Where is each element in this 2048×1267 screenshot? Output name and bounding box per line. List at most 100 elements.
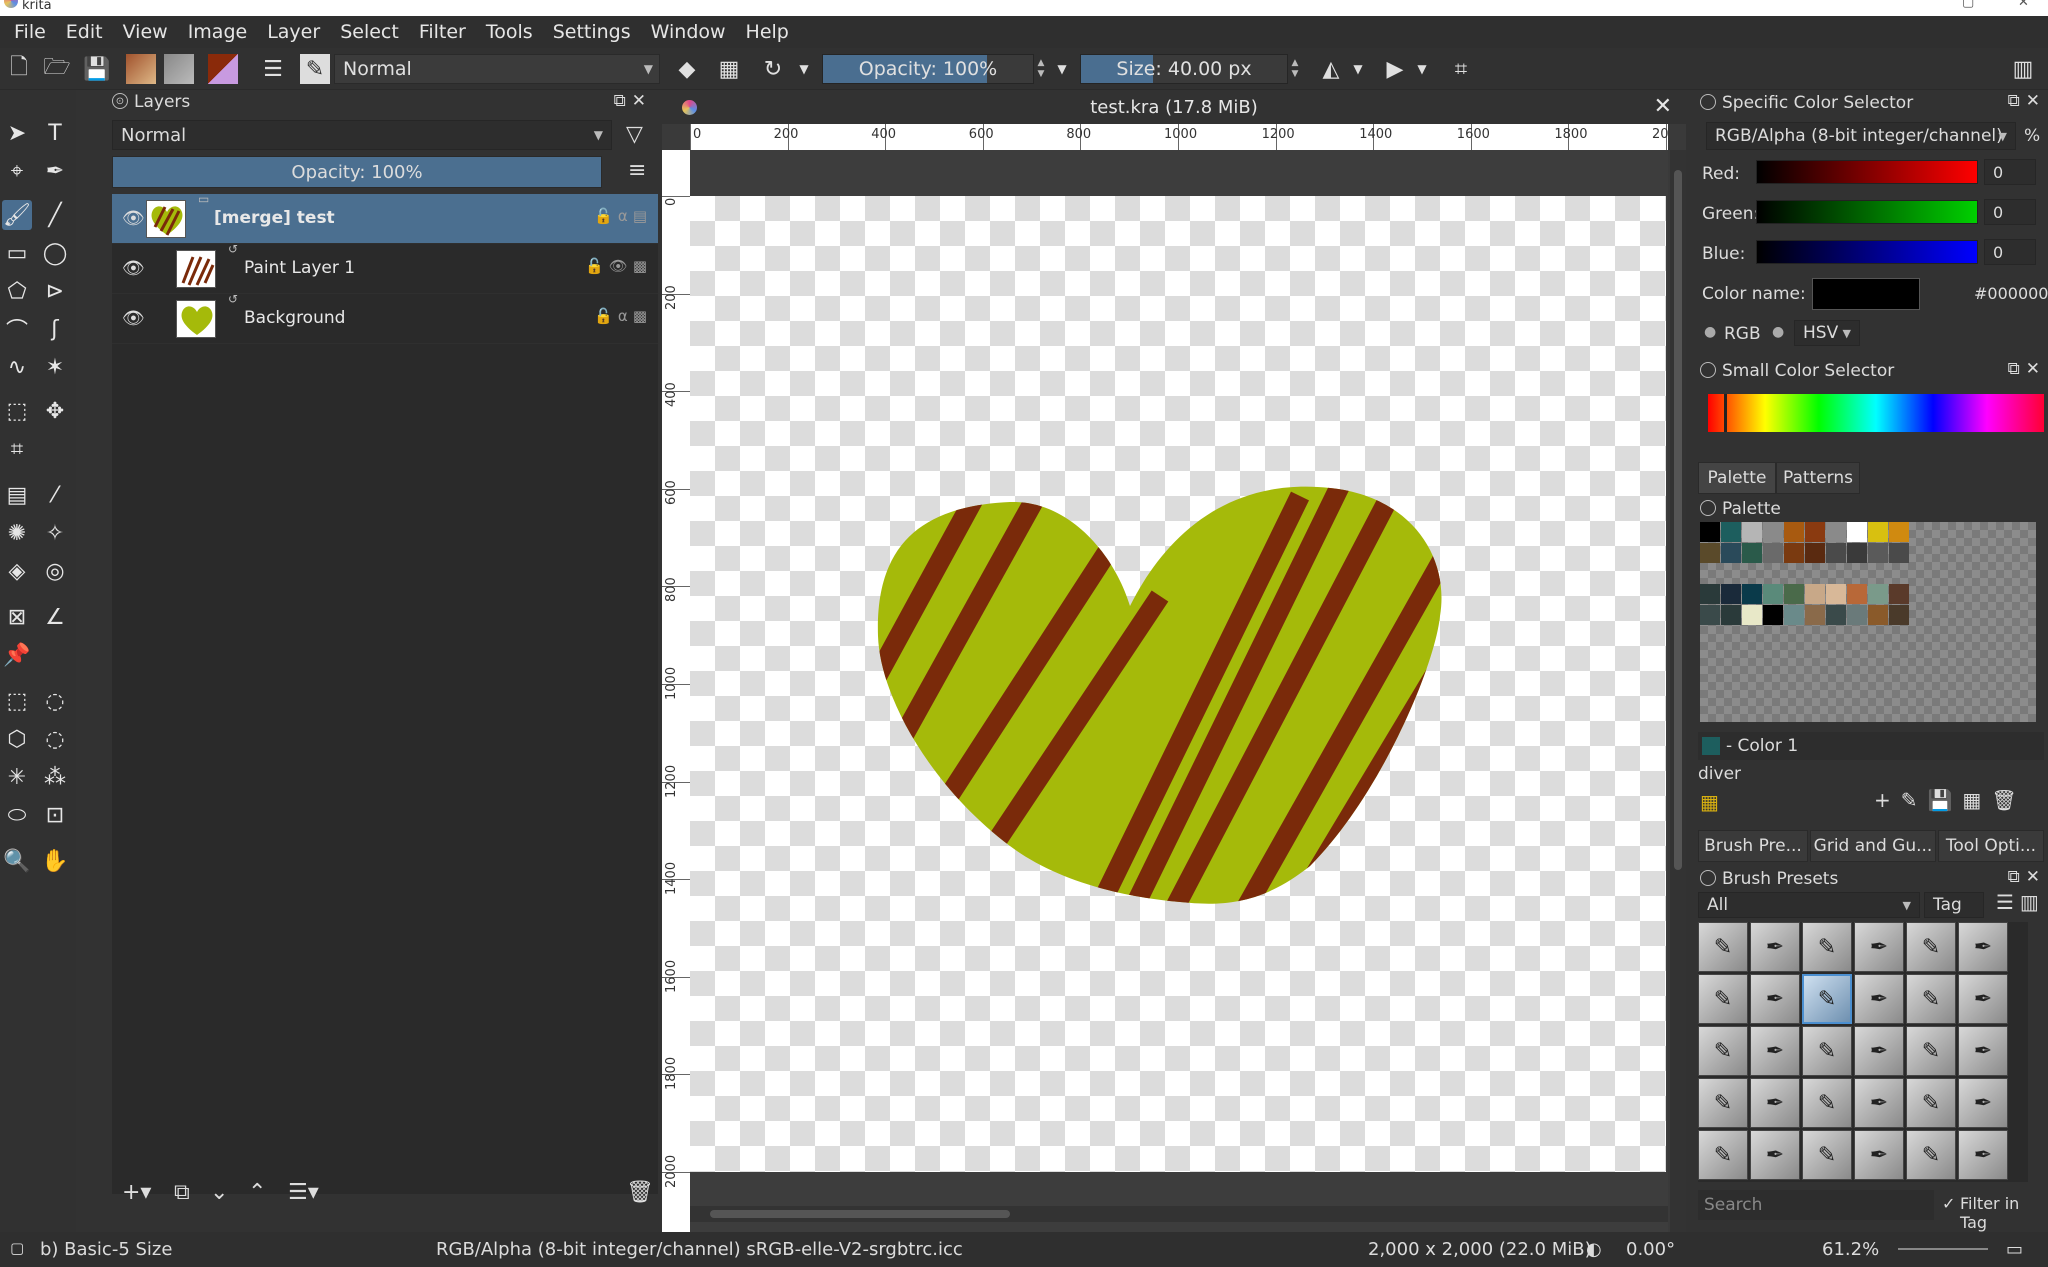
- palette-swatch[interactable]: [1805, 522, 1825, 542]
- zoom-tool-icon[interactable]: 🔍: [2, 846, 32, 876]
- similar-color-selection-tool-icon[interactable]: ⁂: [40, 762, 70, 792]
- freehand-brush-tool-icon[interactable]: 🖌: [2, 200, 32, 230]
- pan-tool-icon[interactable]: ✋: [40, 846, 70, 876]
- red-channel-value[interactable]: 0: [1984, 159, 2036, 185]
- brush-preset-icon[interactable]: ✎: [1802, 1130, 1852, 1180]
- palette-swatch[interactable]: [1805, 543, 1825, 563]
- palette-swatch[interactable]: [1784, 584, 1804, 604]
- green-channel-value[interactable]: 0: [1984, 199, 2036, 225]
- brush-preset-icon[interactable]: ✎: [1802, 1026, 1852, 1076]
- filter-in-tag-checkbox[interactable]: ✓: [1942, 1194, 1955, 1213]
- brush-preset-icon[interactable]: ✒: [1854, 974, 1904, 1024]
- brush-preset-icon[interactable]: ✎: [300, 54, 330, 84]
- brush-preset-icon[interactable]: ✎: [1802, 1078, 1852, 1128]
- pattern-swatch-icon[interactable]: [164, 54, 194, 84]
- palette-swatch[interactable]: [1700, 543, 1720, 563]
- vertical-scrollbar-thumb[interactable]: [1674, 170, 1682, 870]
- palette-swatch[interactable]: [1721, 584, 1741, 604]
- opacity-slider[interactable]: Opacity: 100%: [822, 54, 1034, 84]
- menu-tools[interactable]: Tools: [476, 21, 543, 43]
- layer-properties-icons[interactable]: 🔓α▩: [594, 307, 652, 325]
- edit-shapes-tool-icon[interactable]: ⌖: [2, 156, 32, 186]
- hue-marker[interactable]: [1724, 394, 1727, 432]
- brush-preset-icon[interactable]: ✒: [1854, 1078, 1904, 1128]
- text-tool-icon[interactable]: T: [40, 118, 70, 148]
- artboard[interactable]: [690, 196, 1666, 1172]
- palette-swatch[interactable]: [1763, 584, 1783, 604]
- palette-swatch[interactable]: [1847, 543, 1867, 563]
- close-document-icon[interactable]: ✕: [1654, 94, 1672, 119]
- palette-swatch[interactable]: [1721, 605, 1741, 625]
- menu-help[interactable]: Help: [736, 21, 799, 43]
- brush-preset-icon[interactable]: ✎: [1906, 1026, 1956, 1076]
- line-tool-icon[interactable]: ╱: [40, 200, 70, 230]
- brush-preset-icon[interactable]: ✎: [1906, 974, 1956, 1024]
- zoom-value[interactable]: 61.2%: [1822, 1239, 1879, 1260]
- transform-tool-icon[interactable]: ⬚: [2, 396, 32, 426]
- bezier-selection-tool-icon[interactable]: ⬭: [2, 800, 32, 830]
- palette-actions-icons[interactable]: +✎💾▦🗑: [1874, 788, 2027, 812]
- red-channel-slider[interactable]: [1756, 160, 1978, 184]
- palette-swatch[interactable]: [1826, 605, 1846, 625]
- palette-swatch[interactable]: [1868, 522, 1888, 542]
- palette-swatch[interactable]: [1805, 605, 1825, 625]
- brush-preset-icon[interactable]: ✒: [1854, 1026, 1904, 1076]
- zoom-slider[interactable]: [1898, 1248, 1988, 1250]
- ellipse-tool-icon[interactable]: ◯: [40, 238, 70, 268]
- horizontal-scrollbar[interactable]: [690, 1206, 1668, 1222]
- palette-swatch[interactable]: [1889, 605, 1909, 625]
- palette-swatch[interactable]: [1826, 584, 1846, 604]
- palette-swatch[interactable]: [1889, 543, 1909, 563]
- palette-grid[interactable]: [1700, 522, 2036, 722]
- color-picker-tool-icon[interactable]: ⁄: [40, 480, 70, 510]
- blue-channel-value[interactable]: 0: [1984, 239, 2036, 265]
- chevron-down-icon[interactable]: ▼: [796, 54, 812, 84]
- brush-view-options-icons[interactable]: ☰▥: [1996, 890, 2045, 914]
- current-brush-label[interactable]: b) Basic-5 Size: [40, 1239, 172, 1260]
- vertical-scrollbar[interactable]: [1670, 150, 1686, 1267]
- brush-search-input[interactable]: Search: [1698, 1190, 1934, 1220]
- lock-icon[interactable]: ⊙: [112, 93, 128, 109]
- brush-preset-icon[interactable]: ✒: [1750, 1026, 1800, 1076]
- brush-preset-icon[interactable]: ✒: [1750, 922, 1800, 972]
- smart-patch-tool-icon[interactable]: ✧: [40, 518, 70, 548]
- document-tab[interactable]: test.kra (17.8 MiB) ✕: [662, 90, 1686, 124]
- brush-preset-icon[interactable]: ✎: [1698, 1026, 1748, 1076]
- chevron-down-icon[interactable]: ▼: [1054, 54, 1070, 84]
- preserve-alpha-icon[interactable]: ▦: [714, 54, 744, 84]
- calligraphy-tool-icon[interactable]: ✒: [40, 156, 70, 186]
- visibility-eye-icon[interactable]: 👁: [122, 258, 145, 279]
- brush-preset-icon[interactable]: ✒: [1958, 922, 2008, 972]
- palette-swatch[interactable]: [1742, 522, 1762, 542]
- palette-swatch[interactable]: [1700, 584, 1720, 604]
- move-layer-down-icon[interactable]: ⌄: [210, 1180, 228, 1205]
- rotation-icon[interactable]: ◐: [1586, 1239, 1602, 1260]
- palette-swatch[interactable]: [1784, 522, 1804, 542]
- add-layer-icon[interactable]: +▾: [122, 1180, 151, 1205]
- multibrush-tool-icon[interactable]: ✶: [40, 352, 70, 382]
- hue-strip[interactable]: [1708, 394, 2044, 432]
- crop-tool-icon[interactable]: ⌗: [2, 434, 32, 464]
- brush-preset-icon[interactable]: ✒: [1958, 1078, 2008, 1128]
- palette-swatch[interactable]: [1742, 605, 1762, 625]
- fill-tool-icon[interactable]: ◈: [2, 556, 32, 586]
- lock-icon[interactable]: [1700, 870, 1716, 886]
- menu-view[interactable]: View: [113, 21, 178, 43]
- brush-preset-icon[interactable]: ✎: [1906, 1078, 1956, 1128]
- layer-row-merge-test[interactable]: 👁 ▭ [merge] test 🔓α▤: [112, 192, 658, 244]
- tab-grid-guides[interactable]: Grid and Gu...: [1810, 830, 1936, 862]
- brush-preset-icon[interactable]: ✒: [1958, 1026, 2008, 1076]
- visibility-eye-icon[interactable]: 👁: [122, 208, 145, 229]
- mirror-horizontal-icon[interactable]: ◭: [1316, 54, 1346, 84]
- open-document-icon[interactable]: 🗁: [42, 54, 72, 84]
- chevron-down-icon[interactable]: ▼: [1414, 54, 1430, 84]
- tag-combo[interactable]: Tag: [1924, 892, 1984, 918]
- polygon-tool-icon[interactable]: ⬠: [2, 276, 32, 306]
- lock-icon[interactable]: [1700, 94, 1716, 110]
- tab-palette[interactable]: Palette: [1698, 462, 1776, 494]
- wrap-around-icon[interactable]: ⌗: [1446, 54, 1476, 84]
- gradient-tool-icon[interactable]: ▤: [2, 480, 32, 510]
- layer-properties-icons[interactable]: 🔓👁▩: [585, 257, 652, 275]
- layer-options-menu-icon[interactable]: ≡: [628, 158, 646, 183]
- measure-tool-icon[interactable]: ∠: [40, 602, 70, 632]
